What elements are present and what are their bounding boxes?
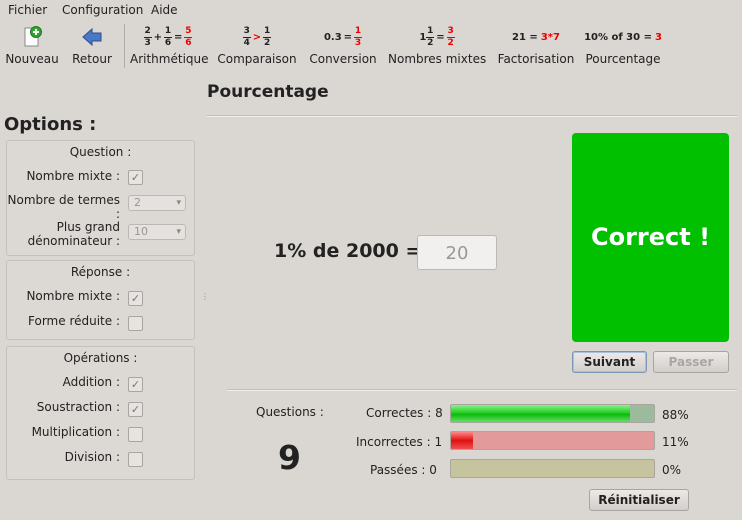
factorization-button[interactable]: 21 = 3*7 Factorisation: [496, 20, 576, 70]
addition-label: Addition :: [62, 375, 120, 389]
next-button[interactable]: Suivant: [572, 351, 647, 373]
operations-group-title: Opérations :: [63, 351, 138, 365]
toolbar-separator: [124, 24, 125, 68]
answer-input[interactable]: 20: [417, 235, 497, 270]
comparison-label: Comparaison: [217, 52, 297, 66]
comparison-button[interactable]: 34 > 12 Comparaison: [216, 20, 298, 70]
new-document-icon: [4, 24, 60, 50]
skip-button[interactable]: Passer: [653, 351, 729, 373]
answer-options-group: Réponse : Nombre mixte : ✓ Forme réduite…: [6, 260, 195, 340]
percentage-icon: 10% of 30 = 3: [584, 31, 662, 43]
new-label: Nouveau: [5, 52, 59, 66]
incorrect-label: Incorrectes : 1: [356, 435, 443, 449]
mixed-numbers-label: Nombres mixtes: [388, 52, 487, 66]
incorrect-progress-fill: [451, 432, 474, 449]
splitter-handle[interactable]: ⋮: [201, 292, 209, 301]
division-checkbox[interactable]: [128, 452, 143, 467]
skipped-progress-bar: [450, 459, 655, 478]
menu-help[interactable]: Aide: [151, 3, 178, 17]
percentage-label: Pourcentage: [585, 52, 661, 66]
subtraction-label: Soustraction :: [36, 400, 120, 414]
conversion-label: Conversion: [309, 52, 377, 66]
menu-file[interactable]: Fichier: [8, 3, 47, 17]
mixed-numbers-icon: 1 12 = 32: [419, 25, 455, 48]
term-count-label: Nombre de termes :: [7, 193, 120, 221]
title-divider: [207, 115, 737, 117]
question-group-title: Question :: [69, 145, 132, 159]
question-text: 1% de 2000 =: [274, 240, 422, 262]
correct-progress-bar: [450, 404, 655, 423]
page-title: Pourcentage: [207, 82, 329, 102]
factorization-label: Factorisation: [497, 52, 575, 66]
correct-label: Correctes : 8: [366, 406, 443, 420]
question-mixed-number-label: Nombre mixte :: [26, 169, 120, 183]
addition-checkbox[interactable]: ✓: [128, 377, 143, 392]
arithmetic-icon: 23 + 16 = 56: [143, 25, 193, 48]
conversion-icon: 0.3 = 13: [323, 25, 363, 48]
reduced-form-label: Forme réduite :: [28, 314, 120, 328]
answer-mixed-number-checkbox[interactable]: ✓: [128, 291, 143, 306]
subtraction-checkbox[interactable]: ✓: [128, 402, 143, 417]
skipped-percent: 0%: [662, 463, 682, 477]
back-arrow-icon: [66, 24, 118, 50]
answer-group-title: Réponse :: [70, 265, 131, 279]
comparison-icon: 34 > 12: [242, 25, 272, 48]
incorrect-percent: 11%: [662, 435, 689, 449]
back-button[interactable]: Retour: [66, 20, 118, 70]
reset-button[interactable]: Réinitialiser: [589, 489, 689, 511]
multiplication-label: Multiplication :: [31, 425, 120, 439]
result-panel: Correct !: [572, 133, 729, 342]
menu-configuration[interactable]: Configuration: [62, 3, 143, 17]
incorrect-progress-bar: [450, 431, 655, 450]
reduced-form-checkbox[interactable]: [128, 316, 143, 331]
multiplication-checkbox[interactable]: [128, 427, 143, 442]
skipped-label: Passées : 0: [370, 463, 437, 477]
percentage-button[interactable]: 10% of 30 = 3 Pourcentage: [584, 20, 662, 70]
new-button[interactable]: Nouveau: [4, 20, 60, 70]
chevron-down-icon: ▾: [176, 227, 181, 237]
options-title: Options :: [4, 114, 97, 135]
menu-bar: Fichier Configuration Aide: [0, 0, 742, 20]
factorization-icon: 21 = 3*7: [512, 31, 560, 43]
question-options-group: Question : Nombre mixte : ✓ Nombre de te…: [6, 140, 195, 256]
correct-progress-fill: [451, 405, 630, 422]
operations-options-group: Opérations : Addition : ✓ Soustraction :…: [6, 346, 195, 480]
largest-denominator-label: Plus grand dénominateur :: [27, 220, 120, 248]
questions-label: Questions :: [256, 405, 324, 419]
division-label: Division :: [64, 450, 120, 464]
arithmetic-label: Arithmétique: [130, 52, 209, 66]
term-count-select[interactable]: 2 ▾: [128, 195, 186, 211]
stats-divider: [227, 389, 737, 391]
toolbar: Nouveau Retour 23 + 16 = 56 Arithmétique…: [0, 20, 742, 70]
correct-percent: 88%: [662, 408, 689, 422]
back-label: Retour: [72, 52, 112, 66]
question-mixed-number-checkbox[interactable]: ✓: [128, 170, 143, 185]
chevron-down-icon: ▾: [176, 198, 181, 208]
mixed-numbers-button[interactable]: 1 12 = 32 Nombres mixtes: [388, 20, 486, 70]
answer-mixed-number-label: Nombre mixte :: [26, 289, 120, 303]
questions-count: 9: [278, 438, 301, 477]
arithmetic-button[interactable]: 23 + 16 = 56 Arithmétique: [130, 20, 209, 70]
largest-denominator-select[interactable]: 10 ▾: [128, 224, 186, 240]
conversion-button[interactable]: 0.3 = 13 Conversion: [308, 20, 378, 70]
